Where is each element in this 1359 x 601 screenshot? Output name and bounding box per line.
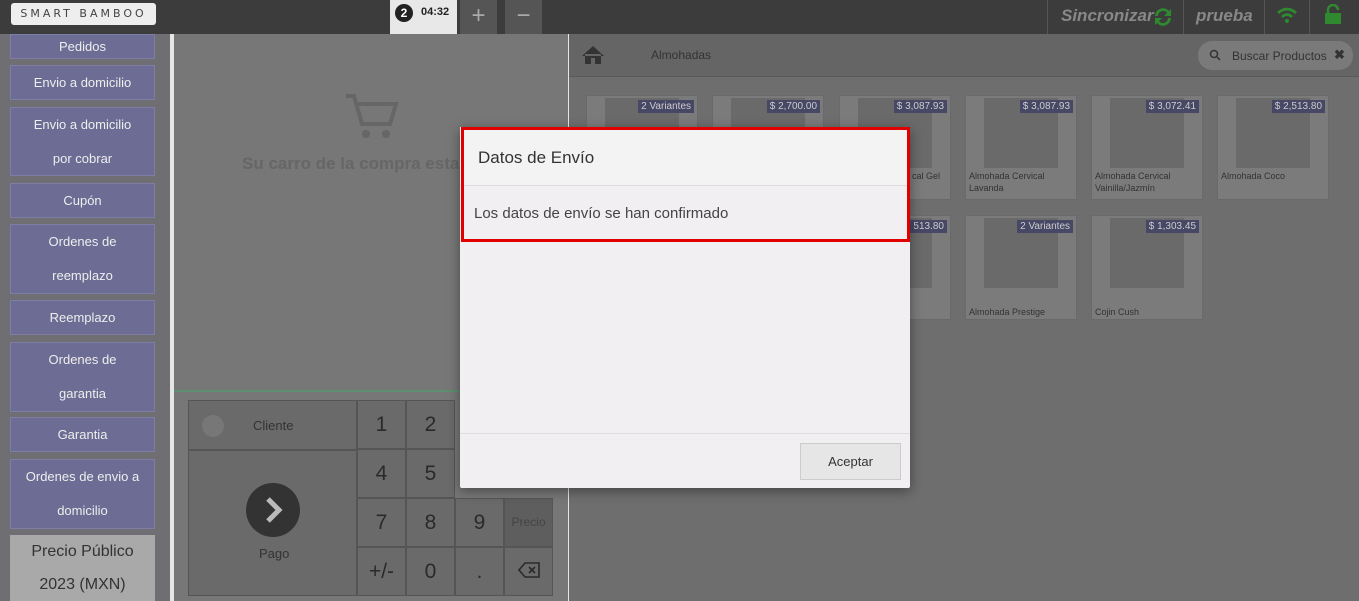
cart-icon: [344, 92, 400, 145]
sidebar-item-envio[interactable]: Envio a domicilio: [10, 65, 155, 100]
divider: [460, 433, 910, 434]
sidebar-item-label: garantia: [59, 386, 106, 401]
pricelist-label: 2023 (MXN): [39, 576, 126, 593]
product-card[interactable]: $ 3,087.93 Almohada Cervical Lavanda: [965, 95, 1077, 200]
sidebar-item-cupon[interactable]: Cupón: [10, 183, 155, 218]
client-button[interactable]: Cliente: [188, 400, 357, 450]
divider: [1047, 0, 1048, 34]
sidebar-item-ordenes-garantia[interactable]: Ordenes de garantia: [10, 342, 155, 412]
product-card[interactable]: $ 1,303.45 Cojin Cush: [1091, 215, 1203, 320]
sidebar-item-label: domicilio: [57, 503, 108, 518]
product-card[interactable]: $ 3,072.41 Almohada Cervical Vainilla/Ja…: [1091, 95, 1203, 200]
divider: [1264, 0, 1265, 34]
key-plus-minus[interactable]: +/-: [357, 547, 406, 596]
sidebar-item-label: por cobrar: [52, 150, 113, 166]
sidebar-item-garantia[interactable]: Garantia: [10, 417, 155, 452]
client-label: Cliente: [253, 418, 294, 433]
backspace-icon: [517, 562, 540, 578]
search-icon: [1209, 49, 1221, 61]
sidebar-item-label: Cupón: [63, 192, 102, 208]
sidebar-item-ordenes-reemplazo[interactable]: Ordenes de reemplazo: [10, 224, 155, 294]
product-price: $ 3,072.41: [1145, 100, 1199, 113]
product-name: Almohada Coco: [1221, 171, 1286, 181]
product-name: Almohada Cervical Vainilla/Jazmín: [1095, 171, 1171, 193]
product-price: $ 1,303.45: [1145, 220, 1199, 233]
key-9[interactable]: 9: [455, 498, 504, 547]
order-tab[interactable]: 2 04:32: [390, 0, 457, 34]
sidebar-item-envio-por-cobrar[interactable]: Envio a domicilio por cobrar: [10, 107, 155, 176]
product-price: $ 3,087.93: [1019, 100, 1073, 113]
breadcrumb-item[interactable]: Almohadas: [651, 48, 711, 62]
logo: SMART BAMBOO: [11, 3, 156, 25]
price-mode-button[interactable]: Precio: [504, 498, 553, 547]
sidebar-item-reemplazo[interactable]: Reemplazo: [10, 300, 155, 335]
search-input[interactable]: Buscar Productos ✖: [1198, 41, 1353, 70]
highlight-box: [461, 127, 910, 242]
top-bar: SMART BAMBOO 2 04:32 + − Sincronizar pru…: [0, 0, 1359, 34]
product-price: 513.80: [910, 220, 947, 233]
product-name: Almohada Cervical Lavanda: [969, 171, 1045, 193]
product-card[interactable]: 2 Variantes Almohada Prestige: [965, 215, 1077, 320]
sidebar-item-label: Envio a domicilio: [33, 116, 132, 132]
add-order-button[interactable]: +: [460, 0, 497, 34]
key-decimal[interactable]: .: [455, 547, 504, 596]
key-7[interactable]: 7: [357, 498, 406, 547]
product-price: $ 2,700.00: [766, 100, 820, 113]
product-name: Almohada Prestige: [969, 307, 1046, 317]
product-card[interactable]: $ 2,513.80 Almohada Coco: [1217, 95, 1329, 200]
sync-label[interactable]: Sincronizar: [1061, 6, 1154, 26]
unlock-icon[interactable]: [1323, 3, 1343, 31]
key-8[interactable]: 8: [406, 498, 455, 547]
key-2[interactable]: 2: [406, 400, 455, 449]
key-1[interactable]: 1: [357, 400, 406, 449]
key-5[interactable]: 5: [406, 449, 455, 498]
pay-button[interactable]: Pago: [188, 450, 357, 596]
sidebar-item-label: Reemplazo: [49, 309, 116, 325]
product-price: 2 Variantes: [638, 100, 694, 113]
remove-order-button[interactable]: −: [505, 0, 542, 34]
sidebar-item-ordenes-envio[interactable]: Ordenes de envio a domicilio: [10, 459, 155, 529]
pricelist-selector[interactable]: Precio Público 2023 (MXN): [10, 535, 155, 601]
product-price: 2 Variantes: [1017, 220, 1073, 233]
divider: [1309, 0, 1310, 34]
order-number: 2: [395, 4, 413, 22]
product-price: $ 3,087.93: [893, 100, 947, 113]
search-placeholder: Buscar Productos: [1232, 49, 1327, 63]
backspace-button[interactable]: [504, 547, 553, 596]
user-name[interactable]: prueba: [1196, 6, 1253, 26]
sync-icon[interactable]: [1150, 4, 1176, 35]
sidebar-item-label: Ordenes de envio a: [25, 469, 140, 484]
sidebar-item-label: Pedidos: [59, 38, 106, 54]
chevron-right-icon: [246, 483, 300, 537]
close-icon[interactable]: ✖: [1334, 47, 1345, 63]
sidebar-item-pedidos[interactable]: Pedidos: [10, 34, 155, 59]
cart-empty-message: Su carro de la compra esta v: [242, 154, 474, 173]
accept-button[interactable]: Aceptar: [800, 443, 901, 480]
order-time: 04:32: [421, 6, 450, 18]
user-icon: [202, 415, 224, 437]
breadcrumb: Almohadas Buscar Productos ✖: [569, 34, 1359, 77]
home-icon: [582, 46, 604, 64]
sidebar-item-label: reemplazo: [52, 268, 113, 283]
divider: [1183, 0, 1184, 34]
wifi-icon: [1275, 4, 1299, 31]
pricelist-label: Precio Público: [31, 543, 134, 560]
sidebar-item-label: Garantia: [57, 426, 108, 442]
key-4[interactable]: 4: [357, 449, 406, 498]
sidebar-item-label: Ordenes de: [48, 234, 117, 249]
sidebar-item-label: Ordenes de: [48, 352, 117, 367]
key-0[interactable]: 0: [406, 547, 455, 596]
product-name: Cojin Cush: [1095, 307, 1140, 317]
product-price: $ 2,513.80: [1271, 100, 1325, 113]
home-button[interactable]: [569, 34, 616, 77]
pay-label: Pago: [259, 546, 290, 561]
sidebar-item-label: Envio a domicilio: [33, 74, 132, 90]
